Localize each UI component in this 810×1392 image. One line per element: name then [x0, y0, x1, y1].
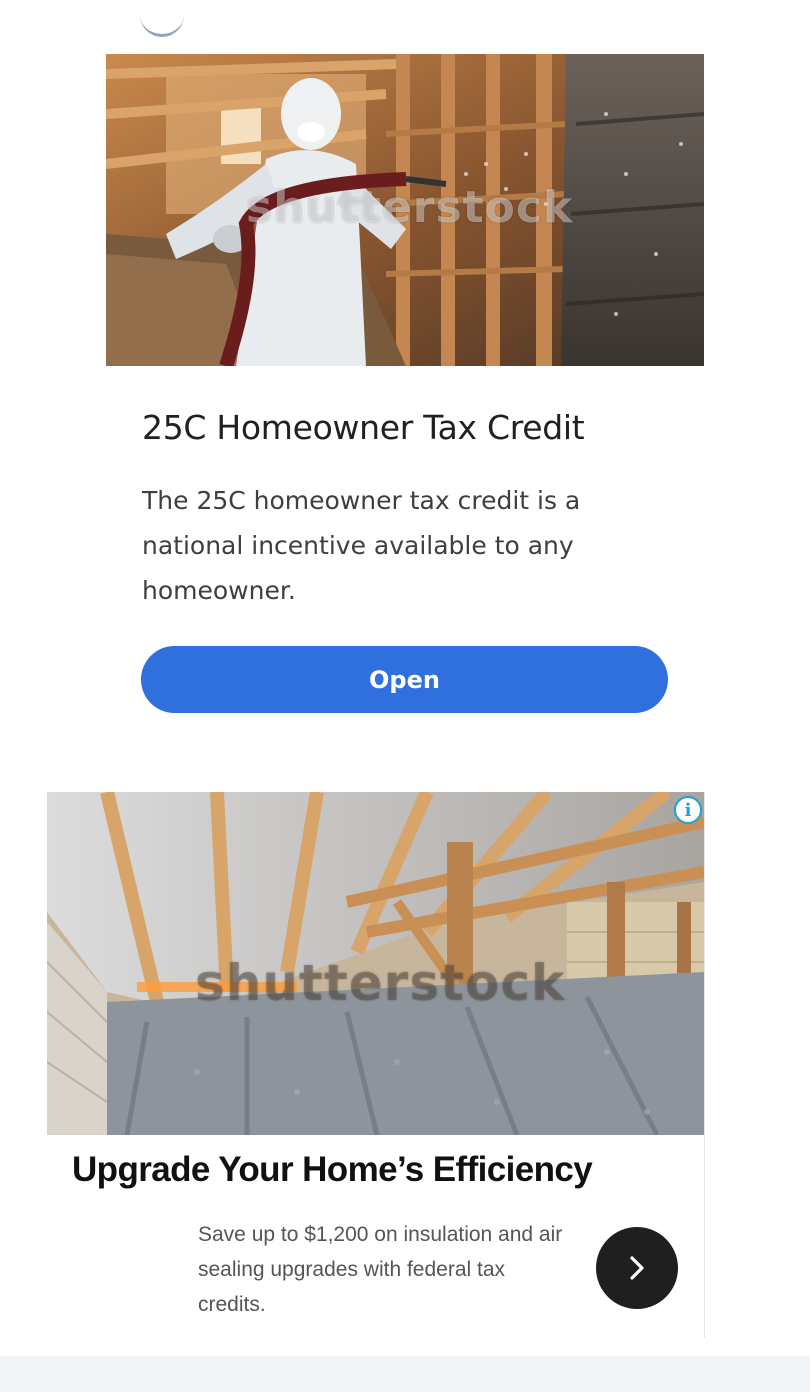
info-icon[interactable]: i: [674, 796, 702, 824]
ad2-image[interactable]: shutterstock i: [47, 792, 704, 1135]
ad2-description: Save up to $1,200 on insulation and air …: [198, 1223, 563, 1316]
next-button[interactable]: [596, 1227, 678, 1309]
chevron-right-icon: [630, 1256, 644, 1280]
bottom-bar: [0, 1356, 810, 1392]
ad1-image[interactable]: shutterstock: [106, 54, 704, 366]
open-button[interactable]: Open: [141, 646, 668, 713]
top-arc-fragment: [140, 0, 184, 37]
ad1-title[interactable]: 25C Homeowner Tax Credit: [142, 408, 702, 447]
ad2-title[interactable]: Upgrade Your Home’s Efficiency: [72, 1150, 712, 1190]
insulated-attic-illustration: [47, 792, 704, 1135]
attic-spraying-illustration: [106, 54, 704, 366]
ad1-description: The 25C homeowner tax credit is a nation…: [142, 486, 581, 605]
